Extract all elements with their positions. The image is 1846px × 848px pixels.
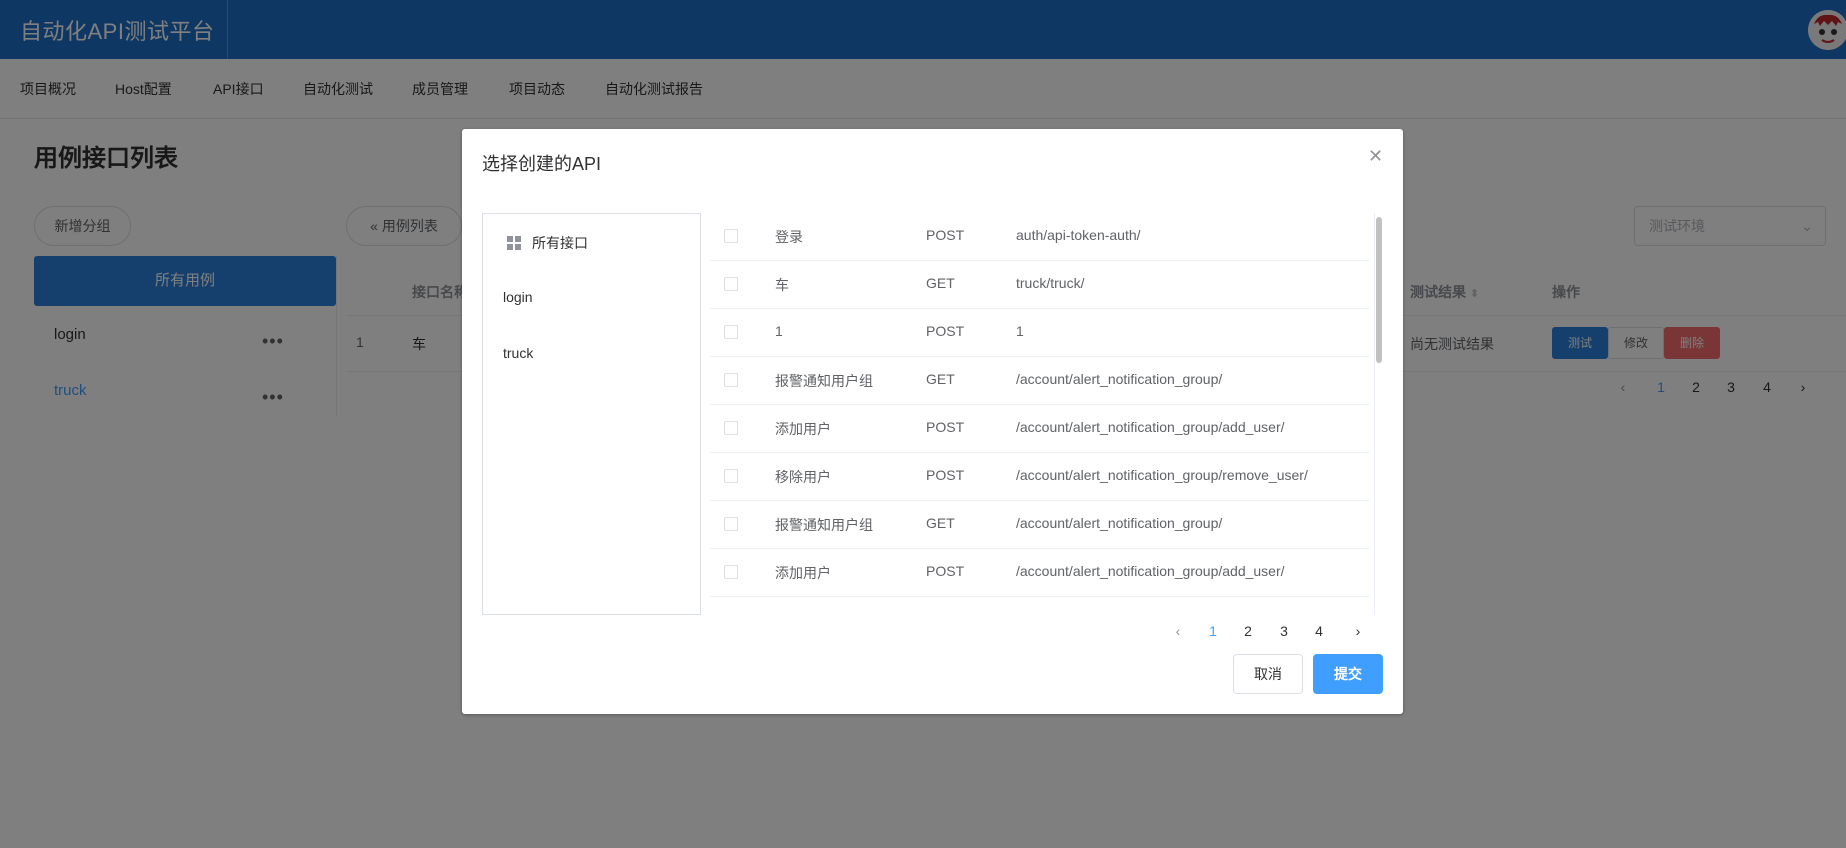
select-api-dialog: 选择创建的API ✕ 所有接口 login truck 登录 POST auth… (462, 129, 1403, 714)
api-method: POST (926, 227, 965, 243)
api-url: /account/alert_notification_group/add_us… (1016, 419, 1285, 435)
grid-icon (507, 236, 521, 250)
tree-item-truck[interactable]: truck (503, 345, 533, 361)
api-name: 移除用户 (775, 469, 831, 485)
api-name: 报警通知用户组 (775, 517, 873, 533)
row-checkbox[interactable] (724, 229, 738, 243)
api-pagination: ‹ 1 2 3 4 › (1163, 617, 1383, 645)
table-row: 添加用户 POST /account/alert_notification_gr… (710, 549, 1369, 597)
api-group-tree: 所有接口 login truck (482, 213, 701, 615)
page-4[interactable]: 4 (1304, 617, 1334, 645)
chevron-right-icon[interactable]: › (1343, 617, 1373, 645)
tree-item-login[interactable]: login (503, 289, 533, 305)
row-checkbox[interactable] (724, 517, 738, 531)
table-row: 报警通知用户组 GET /account/alert_notification_… (710, 501, 1369, 549)
api-url: auth/api-token-auth/ (1016, 227, 1141, 243)
api-name: 添加用户 (775, 421, 831, 437)
page-1[interactable]: 1 (1198, 617, 1228, 645)
api-url: /account/alert_notification_group/ (1016, 515, 1223, 531)
api-url: /account/alert_notification_group/ (1016, 371, 1223, 387)
api-method: POST (926, 419, 965, 435)
row-checkbox[interactable] (724, 277, 738, 291)
api-name: 车 (775, 277, 789, 293)
close-icon[interactable]: ✕ (1368, 147, 1383, 165)
api-method: POST (926, 323, 965, 339)
page-2[interactable]: 2 (1233, 617, 1263, 645)
table-row: 报警通知用户组 GET /account/alert_notification_… (710, 357, 1369, 405)
row-checkbox[interactable] (724, 469, 738, 483)
table-row: 车 GET truck/truck/ (710, 261, 1369, 309)
table-row: 移除用户 POST /account/alert_notification_gr… (710, 453, 1369, 501)
api-url: /account/alert_notification_group/remove… (1016, 467, 1308, 483)
row-checkbox[interactable] (724, 565, 738, 579)
chevron-left-icon[interactable]: ‹ (1163, 617, 1193, 645)
api-url: 1 (1016, 323, 1024, 339)
api-method: POST (926, 467, 965, 483)
api-url: /account/alert_notification_group/add_us… (1016, 563, 1285, 579)
api-name: 报警通知用户组 (775, 373, 873, 389)
api-url: truck/truck/ (1016, 275, 1085, 291)
api-name: 登录 (775, 229, 803, 245)
table-row: 登录 POST auth/api-token-auth/ (710, 213, 1369, 261)
scrollbar-thumb[interactable] (1376, 217, 1382, 363)
page-3[interactable]: 3 (1269, 617, 1299, 645)
api-method: GET (926, 275, 955, 291)
row-checkbox[interactable] (724, 421, 738, 435)
api-method: POST (926, 563, 965, 579)
api-method: GET (926, 371, 955, 387)
tree-item-all-apis[interactable]: 所有接口 (532, 233, 588, 253)
table-row: 1 POST 1 (710, 309, 1369, 357)
api-name: 添加用户 (775, 565, 831, 581)
api-method: GET (926, 515, 955, 531)
api-name: 1 (775, 323, 783, 339)
table-row: 添加用户 POST /account/alert_notification_gr… (710, 405, 1369, 453)
api-table: 登录 POST auth/api-token-auth/ 车 GET truck… (710, 213, 1385, 615)
dialog-title: 选择创建的API (482, 154, 602, 174)
row-checkbox[interactable] (724, 373, 738, 387)
cancel-button[interactable]: 取消 (1233, 654, 1303, 694)
submit-button[interactable]: 提交 (1313, 654, 1383, 694)
row-checkbox[interactable] (724, 325, 738, 339)
